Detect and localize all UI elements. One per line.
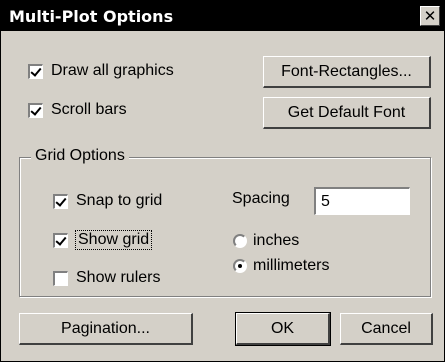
font-rectangles-button[interactable]: Font-Rectangles... bbox=[263, 56, 431, 88]
radio-millimeters-label: millimeters bbox=[253, 257, 330, 274]
show-grid-check-icon bbox=[53, 232, 68, 248]
draw-all-graphics-checkbox[interactable]: Draw all graphics bbox=[28, 62, 174, 80]
show-rulers-label: Show rulers bbox=[76, 269, 161, 286]
spacing-label: Spacing bbox=[232, 190, 290, 207]
snap-to-grid-check-icon bbox=[53, 193, 68, 209]
scroll-bars-label: Scroll bars bbox=[51, 101, 127, 118]
radio-inches-icon bbox=[233, 234, 247, 248]
title-bar[interactable]: Multi-Plot Options ✕ bbox=[1, 1, 444, 31]
radio-inches[interactable]: inches bbox=[233, 232, 299, 250]
get-default-font-button[interactable]: Get Default Font bbox=[263, 97, 431, 129]
multi-plot-options-dialog: Multi-Plot Options ✕ Draw all graphics S… bbox=[0, 0, 445, 362]
draw-all-graphics-check-icon bbox=[28, 63, 43, 79]
show-grid-checkbox[interactable]: Show grid bbox=[53, 230, 153, 250]
radio-millimeters[interactable]: millimeters bbox=[233, 257, 329, 275]
close-button[interactable]: ✕ bbox=[420, 6, 440, 26]
spacing-input[interactable]: 5 bbox=[314, 187, 410, 215]
window-title: Multi-Plot Options bbox=[9, 7, 174, 26]
draw-all-graphics-label: Draw all graphics bbox=[51, 62, 174, 79]
pagination-button[interactable]: Pagination... bbox=[19, 313, 193, 345]
radio-millimeters-icon bbox=[233, 259, 247, 273]
scroll-bars-check-icon bbox=[28, 102, 43, 118]
show-grid-label: Show grid bbox=[74, 230, 153, 250]
close-icon: ✕ bbox=[423, 7, 437, 25]
show-rulers-checkbox[interactable]: Show rulers bbox=[53, 269, 160, 287]
snap-to-grid-label: Snap to grid bbox=[76, 192, 163, 209]
snap-to-grid-checkbox[interactable]: Snap to grid bbox=[53, 192, 162, 210]
radio-inches-label: inches bbox=[253, 232, 300, 249]
ok-button[interactable]: OK bbox=[235, 312, 331, 346]
cancel-button[interactable]: Cancel bbox=[340, 313, 433, 345]
scroll-bars-checkbox[interactable]: Scroll bars bbox=[28, 101, 127, 119]
show-rulers-check-icon bbox=[53, 270, 68, 286]
grid-options-label: Grid Options bbox=[31, 147, 129, 165]
